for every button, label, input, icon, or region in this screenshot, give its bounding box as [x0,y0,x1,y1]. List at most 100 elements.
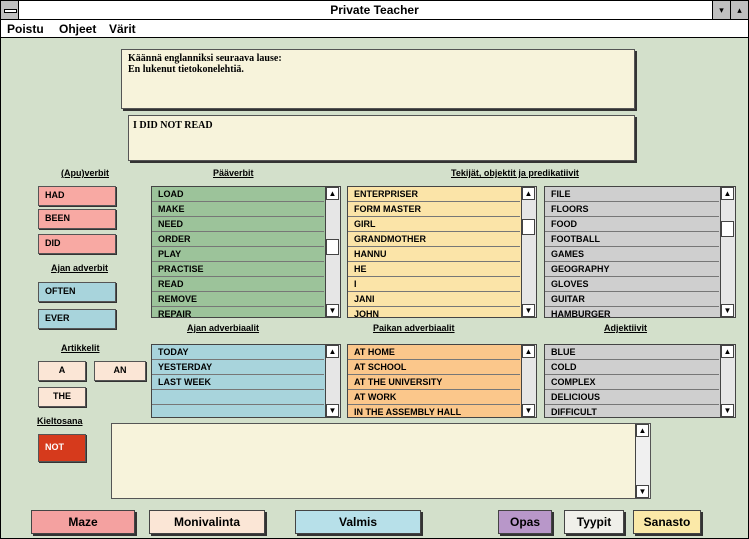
list-item[interactable]: JANI [348,292,520,307]
word-the[interactable]: THE [38,387,86,407]
minimize-icon[interactable]: ▾ [712,1,730,19]
list-item[interactable] [152,390,324,405]
multichoice-button[interactable]: Monivalinta [149,510,265,534]
list-item[interactable]: LAST WEEK [152,375,324,390]
guide-button[interactable]: Opas [498,510,552,534]
main-verbs-list[interactable]: LOAD MAKE NEED ORDER PLAY PRACTISE READ … [151,186,341,318]
actors-list-1[interactable]: ENTERPRISER FORM MASTER GIRL GRANDMOTHER… [347,186,537,318]
scroll-up-icon[interactable]: ▲ [721,345,734,358]
time-adverbials-list[interactable]: TODAY YESTERDAY LAST WEEK ▲ ▼ [151,344,341,418]
menu-varit[interactable]: Värit [109,22,136,36]
list-item[interactable]: PLAY [152,247,324,262]
scrollbar[interactable]: ▲ ▼ [635,424,650,498]
scroll-down-icon[interactable]: ▼ [636,485,649,498]
scroll-thumb[interactable] [721,221,734,237]
list-item[interactable]: YESTERDAY [152,360,324,375]
word-did[interactable]: DID [38,234,116,254]
maximize-icon[interactable]: ▴ [730,1,748,19]
scroll-down-icon[interactable]: ▼ [721,304,734,317]
list-item[interactable]: AT THE UNIVERSITY [348,375,520,390]
list-item[interactable]: IN THE ASSEMBLY HALL [348,405,520,417]
list-item[interactable]: GRANDMOTHER [348,232,520,247]
list-item[interactable]: GUITAR [545,292,719,307]
list-item[interactable]: HE [348,262,520,277]
list-item[interactable]: TODAY [152,345,324,360]
output-textarea[interactable]: ▲ ▼ [111,423,651,499]
list-item[interactable]: HANNU [348,247,520,262]
list-item[interactable]: GAMES [545,247,719,262]
list-item[interactable]: ENTERPRISER [348,187,520,202]
list-item[interactable]: GLOVES [545,277,719,292]
place-adverbials-list[interactable]: AT HOME AT SCHOOL AT THE UNIVERSITY AT W… [347,344,537,418]
list-item[interactable]: NEED [152,217,324,232]
scroll-up-icon[interactable]: ▲ [636,424,649,437]
list-item[interactable]: I [348,277,520,292]
scroll-down-icon[interactable]: ▼ [522,404,535,417]
list-item[interactable]: AT WORK [348,390,520,405]
menu-poistu[interactable]: Poistu [7,22,44,36]
scroll-down-icon[interactable]: ▼ [721,404,734,417]
scroll-up-icon[interactable]: ▲ [522,345,535,358]
prompt-line-2: En lukenut tietokonelehtiä. [128,64,244,75]
word-had[interactable]: HAD [38,186,116,206]
scroll-down-icon[interactable]: ▼ [522,304,535,317]
scroll-down-icon[interactable]: ▼ [326,404,339,417]
scroll-up-icon[interactable]: ▲ [522,187,535,200]
scrollbar[interactable]: ▲ ▼ [521,345,536,417]
list-item[interactable]: GIRL [348,217,520,232]
vocab-button[interactable]: Sanasto [633,510,701,534]
scroll-up-icon[interactable]: ▲ [326,345,339,358]
word-an[interactable]: AN [94,361,146,381]
list-item[interactable]: FILE [545,187,719,202]
list-item[interactable]: REPAIR [152,307,324,317]
list-item[interactable]: COMPLEX [545,375,719,390]
title-bar: Private Teacher ▾ ▴ [1,1,748,20]
scroll-up-icon[interactable]: ▲ [721,187,734,200]
scrollbar[interactable]: ▲ ▼ [720,345,735,417]
scroll-thumb[interactable] [326,239,339,255]
done-button[interactable]: Valmis [295,510,421,534]
scrollbar[interactable]: ▲ ▼ [521,187,536,317]
list-item[interactable] [152,405,324,417]
scroll-thumb[interactable] [522,219,535,235]
header-negation: Kieltosana [37,416,83,426]
list-item[interactable]: FOOD [545,217,719,232]
header-place-adverbials: Paikan adverbiaalit [373,323,455,333]
menu-ohjeet[interactable]: Ohjeet [59,22,96,36]
window-title: Private Teacher [330,3,419,17]
scrollbar[interactable]: ▲ ▼ [325,345,340,417]
actors-list-2[interactable]: FILE FLOORS FOOD FOOTBALL GAMES GEOGRAPH… [544,186,736,318]
list-item[interactable]: PRACTISE [152,262,324,277]
list-item[interactable]: READ [152,277,324,292]
word-a[interactable]: A [38,361,86,381]
word-ever[interactable]: EVER [38,309,116,329]
list-item[interactable]: REMOVE [152,292,324,307]
word-not[interactable]: NOT [38,434,86,462]
list-item[interactable]: FLOORS [545,202,719,217]
types-button[interactable]: Tyypit [564,510,624,534]
list-item[interactable]: LOAD [152,187,324,202]
list-item[interactable]: GEOGRAPHY [545,262,719,277]
word-often[interactable]: OFTEN [38,282,116,302]
list-item[interactable]: BLUE [545,345,719,360]
list-item[interactable]: ORDER [152,232,324,247]
scrollbar[interactable]: ▲ ▼ [720,187,735,317]
adjectives-list[interactable]: BLUE COLD COMPLEX DELICIOUS DIFFICULT ▲ … [544,344,736,418]
list-item[interactable]: DELICIOUS [545,390,719,405]
answer-panel[interactable]: I DID NOT READ [128,115,635,161]
prompt-panel: Käännä englanniksi seuraava lause: En lu… [121,49,635,109]
scrollbar[interactable]: ▲ ▼ [325,187,340,317]
list-item[interactable]: AT HOME [348,345,520,360]
scroll-up-icon[interactable]: ▲ [326,187,339,200]
list-item[interactable]: COLD [545,360,719,375]
list-item[interactable]: DIFFICULT [545,405,719,417]
scroll-down-icon[interactable]: ▼ [326,304,339,317]
list-item[interactable]: HAMBURGER [545,307,719,317]
word-been[interactable]: BEEN [38,209,116,229]
list-item[interactable]: MAKE [152,202,324,217]
list-item[interactable]: AT SCHOOL [348,360,520,375]
list-item[interactable]: JOHN [348,307,520,317]
maze-button[interactable]: Maze [31,510,135,534]
list-item[interactable]: FOOTBALL [545,232,719,247]
list-item[interactable]: FORM MASTER [348,202,520,217]
